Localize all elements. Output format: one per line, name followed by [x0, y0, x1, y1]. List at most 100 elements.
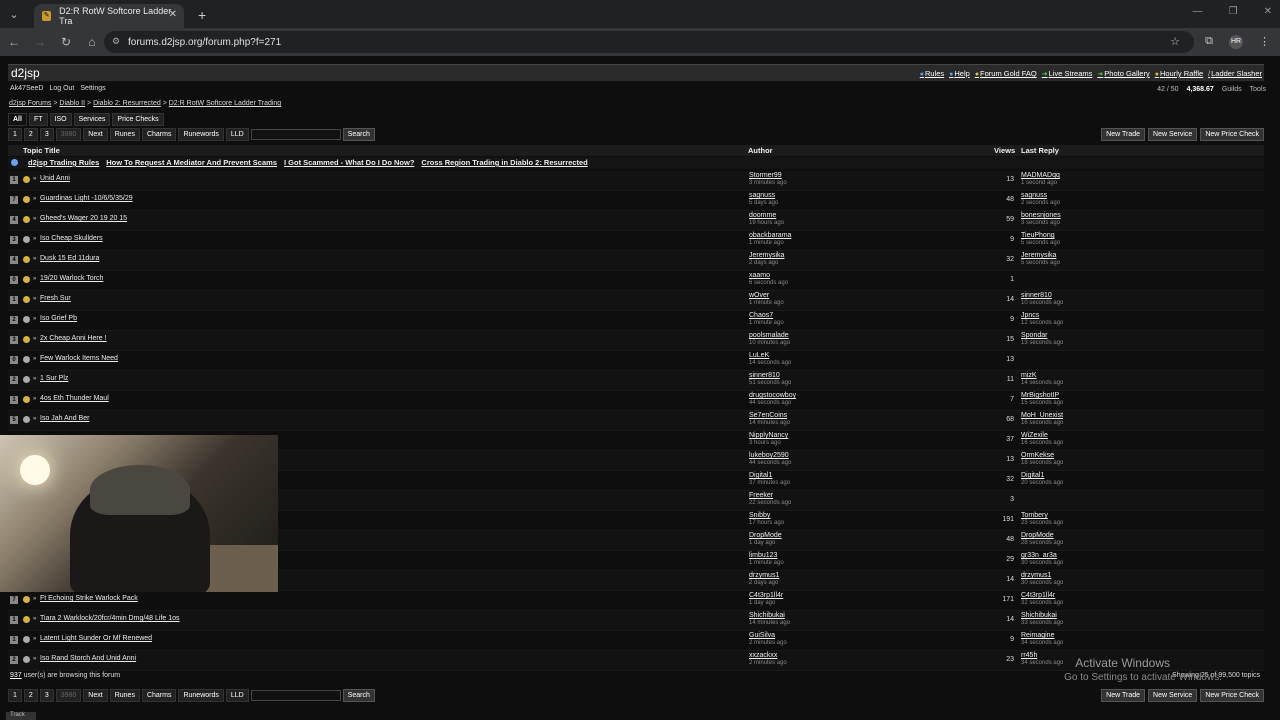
url-input[interactable]: ⚙ forums.d2jsp.org/forum.php?f=271 ☆	[104, 31, 1194, 53]
last-reply-user-link[interactable]: Reimagine	[1021, 632, 1054, 639]
last-reply-user-link[interactable]: MrBigshotIP	[1021, 392, 1059, 399]
new-posts-arrow-icon[interactable]: »	[33, 656, 36, 662]
forward-icon[interactable]: →	[28, 35, 52, 49]
last-reply-user-link[interactable]: gr33n_ar3a	[1021, 552, 1057, 559]
new-trade-button[interactable]: New Trade	[1101, 689, 1146, 702]
message-count[interactable]: 42 / 50	[1157, 86, 1178, 93]
search-input[interactable]	[250, 129, 341, 140]
author-link[interactable]: NipplyNancy	[749, 432, 788, 439]
search-input[interactable]	[250, 690, 341, 701]
filter-ft[interactable]: FT	[28, 113, 48, 126]
new-price-check-button[interactable]: New Price Check	[1200, 128, 1264, 141]
author-link[interactable]: Stormer99	[749, 172, 782, 179]
runewords-button[interactable]: Runewords	[178, 689, 224, 702]
topic-title-link[interactable]: Gheed's Wager 20 19 20 15	[40, 215, 127, 222]
author-link[interactable]: Snibby	[749, 512, 770, 519]
author-link[interactable]: poolsmalade	[749, 332, 789, 339]
table-row[interactable]: 7» Guardinas Light -10/6/5/35/29 sagnuss 5 …	[8, 191, 1264, 211]
page-3[interactable]: 3	[39, 128, 54, 141]
sticky-scammed[interactable]: I Got Scammed - What Do I Do Now?	[284, 158, 414, 167]
last-reply-user-link[interactable]: mizK	[1021, 372, 1037, 379]
author-link[interactable]: Freeker	[749, 492, 773, 499]
new-posts-arrow-icon[interactable]: »	[33, 336, 36, 342]
search-button[interactable]: Search	[342, 128, 375, 141]
new-posts-arrow-icon[interactable]: »	[33, 596, 36, 602]
topic-title-link[interactable]: Few Warlock Items Need	[40, 355, 118, 362]
author-link[interactable]: LuLeK	[749, 352, 769, 359]
author-link[interactable]: drugstocowboy	[749, 392, 796, 399]
author-link[interactable]: sagnuss	[749, 192, 775, 199]
last-reply-user-link[interactable]: WiZexile	[1021, 432, 1048, 439]
col-views[interactable]: Views	[994, 146, 1015, 155]
table-row[interactable]: 3 » 2x Cheap Anni Here ! poolsmalade 10 minu…	[8, 331, 1264, 351]
author-link[interactable]: sinner810	[749, 372, 780, 379]
new-posts-arrow-icon[interactable]: »	[33, 376, 36, 382]
sticky-mediator[interactable]: How To Request A Mediator And Prevent Sc…	[106, 158, 277, 167]
settings-link[interactable]: Settings	[80, 85, 105, 97]
home-icon[interactable]: ⌂	[80, 35, 104, 49]
topic-title-link[interactable]: 2x Cheap Anni Here !	[40, 335, 107, 342]
col-last-reply[interactable]: Last Reply	[1021, 146, 1059, 155]
forum-gold-balance[interactable]: 4,368.67	[1187, 86, 1214, 93]
last-reply-user-link[interactable]: TieuPhong	[1021, 232, 1055, 239]
new-posts-arrow-icon[interactable]: »	[33, 316, 36, 322]
author-link[interactable]: Digital1	[749, 472, 772, 479]
filter-iso[interactable]: ISO	[49, 113, 72, 126]
runes-button[interactable]: Runes	[109, 128, 140, 141]
browsing-users-link[interactable]: 937	[10, 672, 22, 679]
rules-link[interactable]: ●Rules	[920, 69, 944, 78]
author-link[interactable]: xaamo	[749, 272, 770, 279]
breadcrumb-current[interactable]: D2:R RotW Softcore Ladder Trading	[169, 100, 281, 107]
new-posts-arrow-icon[interactable]: »	[33, 276, 36, 282]
ladder-slasher-link[interactable]: /Ladder Slasher	[1208, 69, 1262, 78]
new-service-button[interactable]: New Service	[1148, 128, 1198, 141]
topic-title-link[interactable]: Unid Anni	[40, 175, 70, 182]
last-reply-user-link[interactable]: MADMADqq	[1021, 172, 1060, 179]
last-reply-user-link[interactable]: OrmKekse	[1021, 452, 1054, 459]
topic-title-link[interactable]: Latent Light Sunder Or Mf Renewed	[40, 635, 152, 642]
table-row[interactable]: 1 » Fresh Sur wOver 1 minute ago 14 sinner810 1…	[8, 291, 1264, 311]
guilds-link[interactable]: Guilds	[1222, 86, 1242, 93]
photo-gallery-link[interactable]: ➜Photo Gallery	[1097, 69, 1149, 78]
new-posts-arrow-icon[interactable]: »	[33, 396, 36, 402]
last-reply-user-link[interactable]: Shichibukai	[1021, 612, 1057, 619]
author-link[interactable]: Chaos7	[749, 312, 773, 319]
new-posts-arrow-icon[interactable]: »	[33, 296, 36, 302]
author-link[interactable]: drzymus1	[749, 572, 779, 579]
table-row[interactable]: 4» Dusk 15 Ed 11dura Jeremysika 2 days ago 3…	[8, 251, 1264, 271]
author-link[interactable]: DropMode	[749, 532, 782, 539]
page-1[interactable]: 1	[8, 689, 22, 702]
profile-avatar[interactable]: HR	[1229, 35, 1243, 49]
table-row[interactable]: 1 » Unid Anni Stormer99 3 minutes ago 13 MADMA…	[8, 171, 1264, 191]
author-link[interactable]: Se7enCoins	[749, 412, 787, 419]
author-link[interactable]: lukeboy2590	[749, 452, 789, 459]
topic-title-link[interactable]: Iso Rand Storch And Unid Anni	[40, 655, 136, 662]
logout-link[interactable]: Log Out	[49, 85, 74, 97]
topic-title-link[interactable]: 4os Eth Thunder Maul	[40, 395, 109, 402]
topic-title-link[interactable]: Iso Cheap Skullders	[40, 235, 103, 242]
author-link[interactable]: wOver	[749, 292, 769, 299]
col-topic[interactable]: Topic Title	[23, 146, 60, 155]
tools-link[interactable]: Tools	[1250, 86, 1266, 93]
new-trade-button[interactable]: New Trade	[1101, 128, 1146, 141]
breadcrumb-forums[interactable]: d2jsp Forums	[9, 100, 51, 107]
browser-tab[interactable]: ✎ D2:R RotW Softcore Ladder Tra ✕	[34, 4, 184, 28]
extensions-icon[interactable]: ⧉	[1205, 35, 1213, 49]
new-posts-arrow-icon[interactable]: »	[33, 236, 36, 242]
topic-title-link[interactable]: Fresh Sur	[40, 295, 71, 302]
table-row[interactable]: 2 » 1 Sur Plz sinner810 51 seconds ago 11 mizK…	[8, 371, 1264, 391]
new-service-button[interactable]: New Service	[1148, 689, 1198, 702]
last-reply-user-link[interactable]: MoH_Unexist	[1021, 412, 1063, 419]
last-reply-user-link[interactable]: DropMode	[1021, 532, 1054, 539]
new-posts-arrow-icon[interactable]: »	[33, 616, 36, 622]
table-row[interactable]: 0 » 19/20 Warlock Torch xaamo 6 seconds ago 1	[8, 271, 1264, 291]
maximize-icon[interactable]: ❐	[1229, 6, 1238, 17]
close-tab-icon[interactable]: ✕	[169, 9, 177, 20]
last-reply-user-link[interactable]: Digital1	[1021, 472, 1044, 479]
last-reply-user-link[interactable]: sagnuss	[1021, 192, 1047, 199]
topic-title-link[interactable]: Ft Echoing Strike Warlock Pack	[40, 595, 138, 602]
page-next[interactable]: Next	[83, 128, 108, 141]
table-row[interactable]: 1 » 4os Eth Thunder Maul drugstocowboy 44 se…	[8, 391, 1264, 411]
username-link[interactable]: Ak47SeeD	[10, 85, 43, 97]
site-logo[interactable]: d2jsp	[11, 66, 40, 80]
